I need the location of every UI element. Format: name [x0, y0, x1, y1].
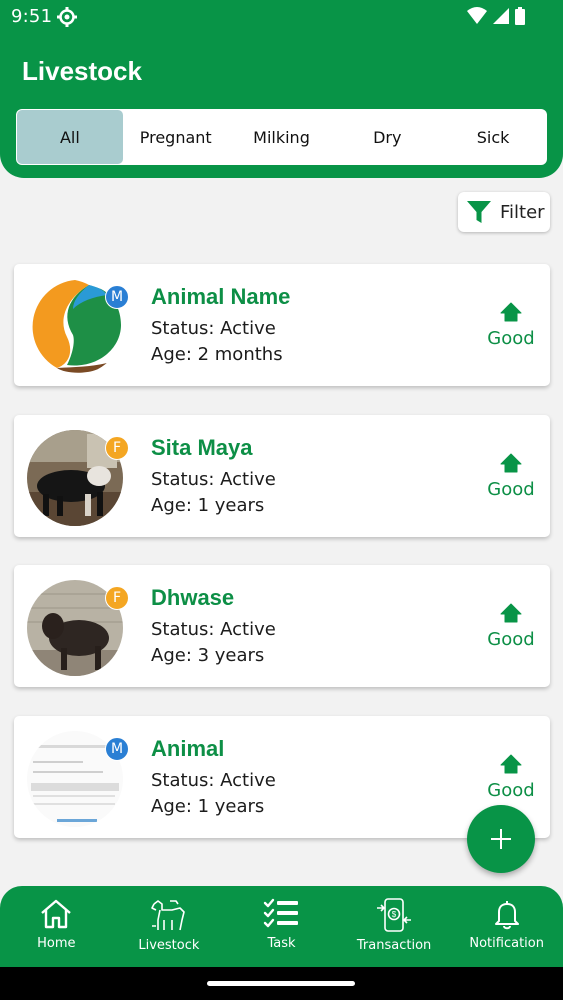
- tab-dry[interactable]: Dry: [334, 110, 440, 164]
- nav-label: Task: [267, 936, 296, 951]
- nav-home[interactable]: Home: [0, 886, 113, 967]
- status-time: 9:51: [11, 6, 53, 27]
- animal-status: Status: Active: [151, 619, 276, 640]
- health-label: Good: [487, 479, 535, 500]
- health-indicator: Good: [486, 603, 536, 650]
- health-label: Good: [487, 629, 535, 650]
- tab-pregnant[interactable]: Pregnant: [123, 110, 229, 164]
- home-icon: [41, 899, 72, 929]
- arrow-up-icon: [500, 603, 522, 623]
- animal-age: Age: 2 months: [151, 344, 283, 365]
- battery-icon: [515, 7, 525, 25]
- page-title: Livestock: [22, 56, 142, 86]
- animal-card[interactable]: M Animal Status: Active Age: 1 years Goo…: [14, 716, 550, 838]
- animal-card[interactable]: F Sita Maya Status: Active Age: 1 years …: [14, 415, 550, 537]
- animal-status: Status: Active: [151, 318, 276, 339]
- nav-label: Livestock: [138, 938, 200, 953]
- tab-sick[interactable]: Sick: [440, 110, 546, 164]
- gender-badge: M: [105, 285, 129, 309]
- health-label: Good: [487, 328, 535, 349]
- home-gesture-handle[interactable]: [207, 981, 355, 986]
- filter-label: Filter: [500, 201, 545, 223]
- gender-badge: F: [105, 436, 129, 460]
- health-label: Good: [487, 780, 535, 801]
- status-bar: 9:51: [0, 0, 563, 34]
- nav-transaction[interactable]: $ Transaction: [338, 886, 451, 967]
- gender-badge: M: [105, 737, 129, 761]
- cellular-signal-icon: [493, 8, 509, 24]
- animal-age: Age: 3 years: [151, 645, 265, 666]
- status-icons: [467, 7, 525, 25]
- animal-card[interactable]: F Dhwase Status: Active Age: 3 years Goo…: [14, 565, 550, 687]
- filter-icon: [467, 201, 491, 223]
- health-indicator: Good: [486, 302, 536, 349]
- animal-card[interactable]: M Animal Name Status: Active Age: 2 mont…: [14, 264, 550, 386]
- arrow-up-icon: [500, 453, 522, 473]
- nav-notification[interactable]: Notification: [450, 886, 563, 967]
- animal-name: Animal: [151, 736, 225, 761]
- arrow-up-icon: [500, 302, 522, 322]
- animal-name: Animal Name: [151, 284, 291, 309]
- nav-task[interactable]: Task: [225, 886, 338, 967]
- bell-icon: [494, 901, 519, 930]
- animal-status: Status: Active: [151, 770, 276, 791]
- app-header: 9:51 Livestock All Pregnant Milking Dry …: [0, 0, 563, 178]
- category-tabs: All Pregnant Milking Dry Sick: [16, 109, 547, 165]
- svg-text:$: $: [392, 910, 397, 919]
- settings-gear-icon: [57, 7, 77, 27]
- nav-label: Home: [37, 936, 76, 951]
- animal-age: Age: 1 years: [151, 796, 265, 817]
- animal-name: Sita Maya: [151, 435, 253, 460]
- filter-button[interactable]: Filter: [458, 192, 550, 232]
- plus-icon: [491, 829, 511, 849]
- wifi-icon: [467, 7, 487, 24]
- health-indicator: Good: [486, 754, 536, 801]
- tab-all[interactable]: All: [17, 110, 123, 164]
- add-animal-button[interactable]: [467, 805, 535, 873]
- animal-age: Age: 1 years: [151, 495, 265, 516]
- transaction-icon: $: [377, 898, 412, 932]
- nav-livestock[interactable]: Livestock: [113, 886, 226, 967]
- nav-label: Notification: [469, 936, 544, 951]
- task-list-icon: [264, 898, 299, 928]
- livestock-icon: [151, 900, 185, 931]
- bottom-navigation: Home Livestock Task $ Transaction Notifi…: [0, 886, 563, 967]
- tab-milking[interactable]: Milking: [229, 110, 335, 164]
- arrow-up-icon: [500, 754, 522, 774]
- gender-badge: F: [105, 586, 129, 610]
- system-navigation-bar: [0, 967, 563, 1000]
- health-indicator: Good: [486, 453, 536, 500]
- animal-name: Dhwase: [151, 585, 235, 610]
- animal-status: Status: Active: [151, 469, 276, 490]
- nav-label: Transaction: [356, 938, 432, 953]
